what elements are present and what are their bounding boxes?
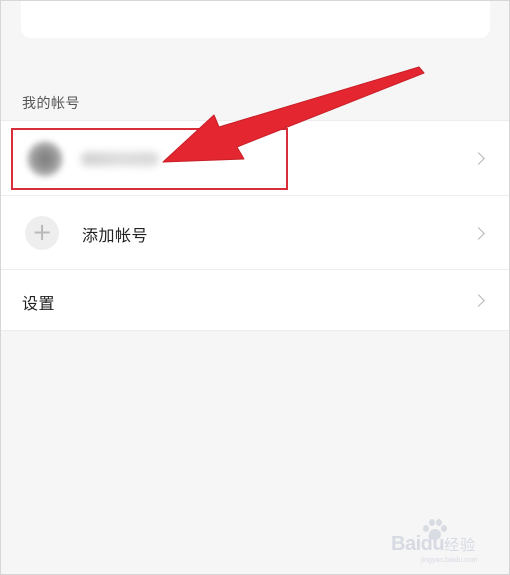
- watermark-brand: Baidu经验: [391, 533, 477, 555]
- plus-icon: +: [25, 216, 59, 250]
- chevron-right-icon: [472, 152, 485, 165]
- chevron-right-icon: [472, 227, 485, 240]
- settings-label: 设置: [22, 294, 56, 313]
- highlight-box: [11, 128, 288, 190]
- add-account-row[interactable]: + 添加帐号: [1, 195, 509, 270]
- watermark-url: jingyan.baidu.com: [421, 557, 478, 564]
- baidu-jingyan-watermark: Baidu经验 jingyan.baidu.com: [391, 519, 499, 564]
- app-screen: 我的帐号 + 添加帐号 设置 Baidu经验 jingyan.baidu.com: [0, 0, 510, 575]
- chevron-right-icon: [472, 294, 485, 307]
- section-title-my-accounts: 我的帐号: [22, 96, 80, 112]
- settings-list: 设置: [1, 269, 509, 331]
- settings-row[interactable]: 设置: [1, 270, 509, 330]
- add-account-label: 添加帐号: [82, 226, 149, 245]
- top-card: [21, 1, 490, 38]
